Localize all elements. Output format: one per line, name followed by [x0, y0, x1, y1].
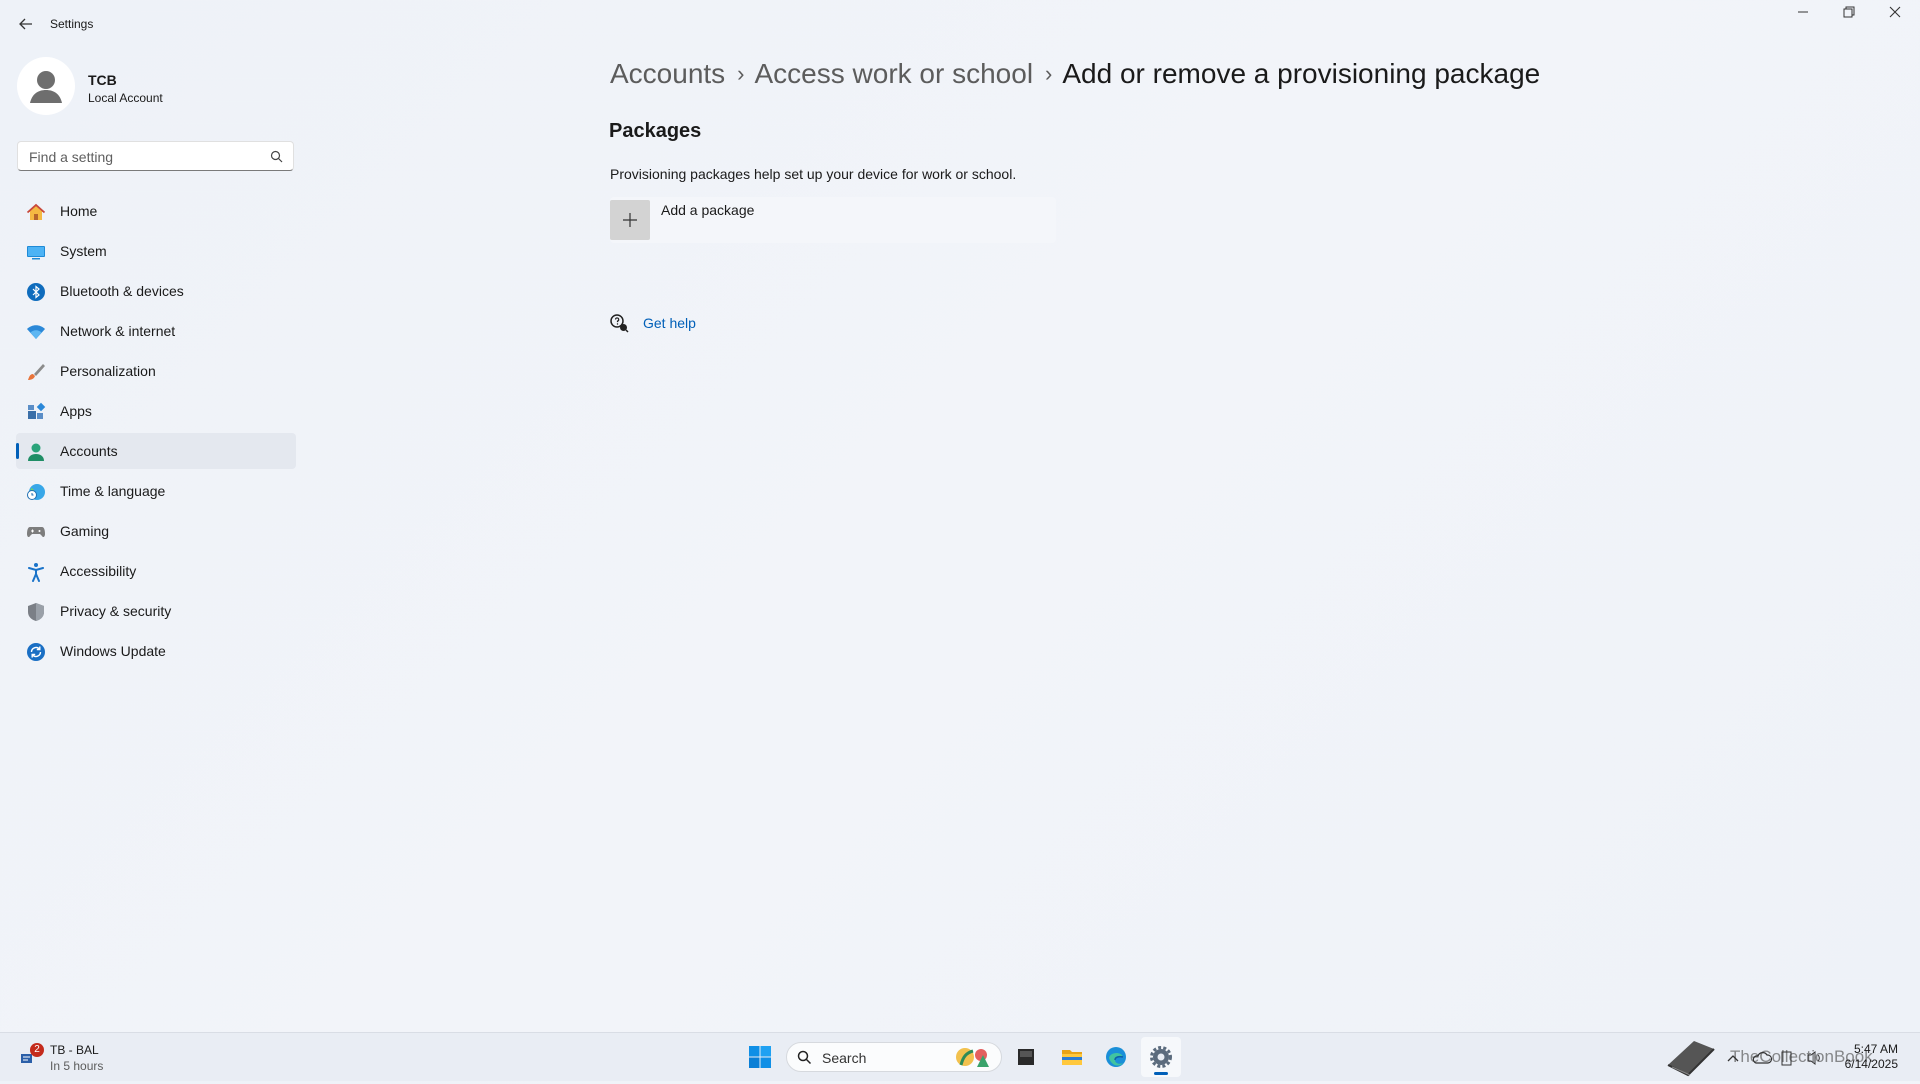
wifi-icon: [26, 322, 46, 342]
packages-heading: Packages: [609, 120, 702, 142]
sidebar-item-home[interactable]: Home: [16, 193, 296, 229]
title-bar: Settings: [0, 0, 1920, 48]
sidebar-item-gaming[interactable]: Gaming: [16, 513, 296, 549]
weather-widget[interactable]: 2 TB - BAL In 5 hours: [16, 1040, 136, 1074]
taskbar: 2 TB - BAL In 5 hours Search TheCollecti…: [0, 1032, 1920, 1081]
chevron-right-icon: ›: [737, 60, 745, 86]
get-help-label[interactable]: Get help: [643, 315, 696, 331]
back-arrow-icon[interactable]: [16, 14, 36, 34]
file-explorer-button[interactable]: [1052, 1037, 1092, 1077]
clock-time: 5:47 AM: [1853, 1042, 1898, 1056]
sidebar-item-accessibility[interactable]: Accessibility: [16, 553, 296, 589]
bluetooth-icon: [26, 282, 46, 302]
sidebar-item-windows-update[interactable]: Windows Update: [16, 633, 296, 669]
apps-icon: [26, 402, 46, 422]
settings-app-button[interactable]: [1141, 1037, 1181, 1077]
weather-title: TB - BAL: [50, 1043, 99, 1057]
sidebar-item-system[interactable]: System: [16, 233, 296, 269]
sidebar-item-privacy-security[interactable]: Privacy & security: [16, 593, 296, 629]
add-package-button[interactable]: [610, 200, 650, 240]
add-package-card[interactable]: Add a package: [610, 197, 1056, 243]
book-logo-icon: [1664, 1037, 1718, 1084]
sidebar-item-time-language[interactable]: Time & language: [16, 473, 296, 509]
home-icon: [26, 202, 46, 222]
weather-subtitle: In 5 hours: [50, 1059, 104, 1073]
close-button[interactable]: [1872, 6, 1918, 26]
task-view-button[interactable]: [1006, 1037, 1046, 1077]
settings-search-box[interactable]: [17, 141, 294, 171]
sidebar-item-personalization[interactable]: Personalization: [16, 353, 296, 389]
page-title: Add or remove a provisioning package: [1062, 57, 1541, 89]
brush-icon: [26, 362, 46, 382]
notification-badge: 2: [30, 1043, 44, 1057]
avatar: [17, 57, 75, 115]
search-input[interactable]: [27, 148, 261, 166]
search-highlight-art-icon: [951, 1045, 997, 1069]
packages-description: Provisioning packages help set up your d…: [610, 166, 1017, 182]
user-profile[interactable]: TCB Local Account: [17, 57, 297, 117]
sidebar-item-network[interactable]: Network & internet: [16, 313, 296, 349]
search-icon: [270, 150, 283, 168]
help-chat-icon: [609, 313, 629, 338]
gear-icon: [1150, 1046, 1172, 1068]
running-indicator: [1154, 1072, 1168, 1075]
sidebar-item-accounts[interactable]: Accounts: [16, 433, 296, 469]
user-name: TCB: [88, 72, 117, 88]
start-button[interactable]: [740, 1037, 780, 1077]
accessibility-icon: [26, 562, 46, 582]
sidebar-item-apps[interactable]: Apps: [16, 393, 296, 429]
person-icon: [26, 442, 46, 462]
tray-icons[interactable]: [1726, 1049, 1836, 1067]
system-icon: [26, 242, 46, 262]
add-package-label: Add a package: [661, 202, 755, 218]
sidebar-nav: Home System Bluetooth & devices Network …: [16, 193, 296, 673]
breadcrumb: Accounts › Access work or school › Add or re…: [610, 56, 1540, 90]
edge-browser-button[interactable]: [1096, 1037, 1136, 1077]
sidebar-item-bluetooth[interactable]: Bluetooth & devices: [16, 273, 296, 309]
selection-indicator: [16, 443, 19, 459]
edge-icon: [1106, 1047, 1126, 1067]
plus-icon: [623, 213, 637, 227]
chevron-right-icon: ›: [1045, 60, 1053, 86]
folder-icon: [1062, 1050, 1082, 1065]
minimize-button[interactable]: [1780, 6, 1826, 26]
breadcrumb-accounts[interactable]: Accounts: [610, 58, 725, 90]
breadcrumb-access-work-school[interactable]: Access work or school: [755, 58, 1034, 90]
windows-logo-icon: [749, 1046, 771, 1068]
update-icon: [26, 642, 46, 662]
taskbar-clock[interactable]: 5:47 AM 6/14/2025: [1845, 1042, 1898, 1072]
shield-icon: [26, 602, 46, 622]
notepad-icon: [1018, 1049, 1034, 1065]
account-type: Local Account: [88, 91, 163, 105]
app-title: Settings: [50, 17, 94, 31]
restore-button[interactable]: [1826, 6, 1872, 26]
taskbar-search-label: Search: [822, 1050, 867, 1066]
gamepad-icon: [26, 522, 46, 542]
search-icon: [797, 1050, 812, 1070]
clock-date: 6/14/2025: [1844, 1057, 1898, 1071]
globe-clock-icon: [26, 482, 46, 502]
taskbar-search[interactable]: Search: [786, 1042, 1002, 1072]
